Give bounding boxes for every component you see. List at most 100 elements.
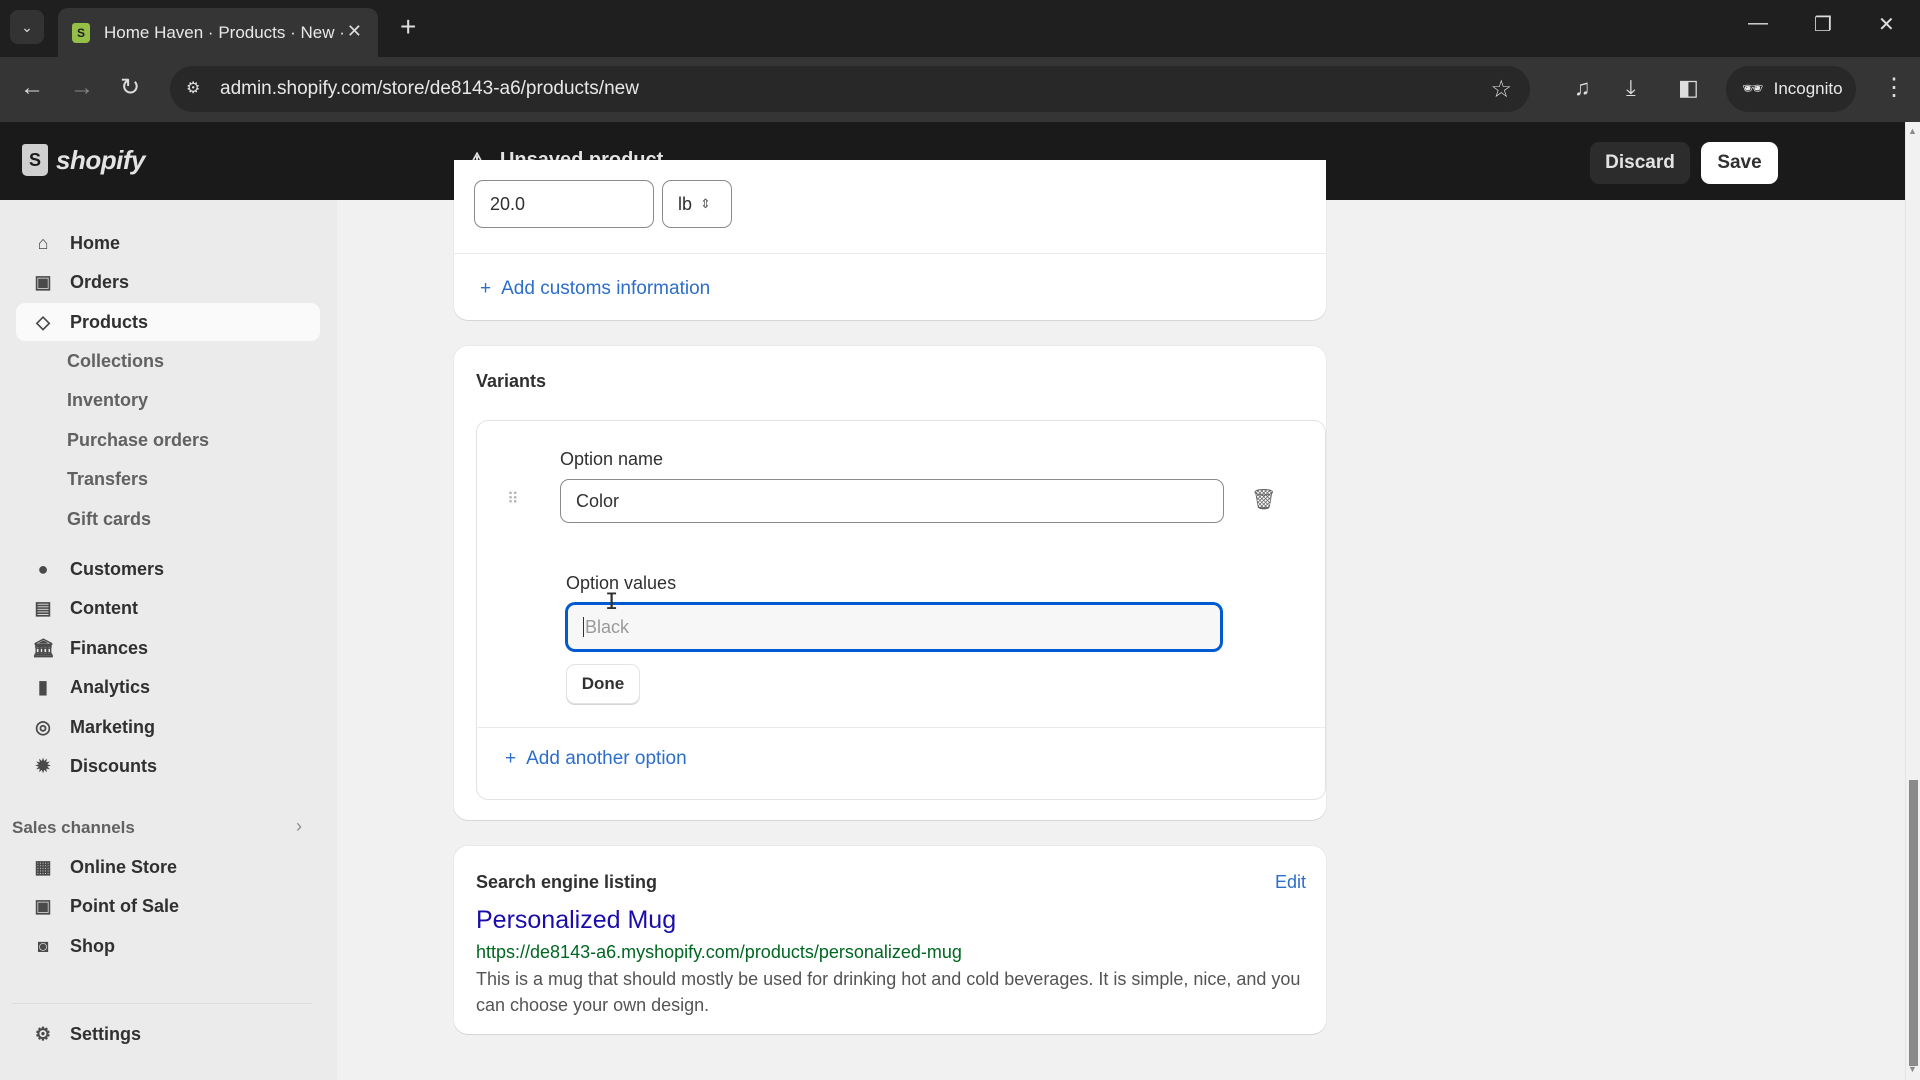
- restore-icon[interactable]: ❐: [1814, 12, 1832, 37]
- gear-icon: ⚙: [34, 1023, 52, 1044]
- sidebar-item-customers[interactable]: ● Customers: [16, 550, 320, 588]
- sidebar-item-content[interactable]: ▤ Content: [16, 589, 320, 627]
- sidebar-item-home[interactable]: ⌂ Home: [16, 224, 320, 262]
- pos-icon: ▣: [34, 895, 52, 916]
- sidebar-subitem-purchase-orders[interactable]: Purchase orders: [67, 430, 209, 451]
- sidebar-nav: ⌂ Home ▣ Orders ◇ Products Collections Inve…: [0, 200, 337, 1080]
- bookmark-star-icon[interactable]: ☆: [1490, 75, 1512, 104]
- chevron-right-icon[interactable]: ›: [296, 816, 302, 837]
- text-cursor-icon: I: [605, 590, 619, 615]
- select-arrows-icon: ⇕: [700, 196, 711, 211]
- sidebar-item-marketing[interactable]: ◎ Marketing: [16, 708, 320, 746]
- seo-url: https://de8143-a6.myshopify.com/products…: [476, 942, 962, 962]
- sidebar-divider: [12, 1003, 312, 1004]
- browser-menu-icon[interactable]: ⋮: [1882, 73, 1906, 102]
- shopify-logo[interactable]: S shopify: [22, 144, 145, 176]
- seo-edit-link[interactable]: Edit: [1275, 872, 1306, 893]
- url-text[interactable]: admin.shopify.com/store/de8143-a6/produc…: [220, 78, 639, 100]
- media-controls-icon[interactable]: ♫: [1574, 75, 1591, 101]
- link-label: Add customs information: [501, 278, 711, 299]
- shipping-card: 20.0 lb ⇕ + Add customs information: [454, 160, 1326, 320]
- sidebar-item-label: Online Store: [70, 856, 178, 877]
- drag-handle-icon[interactable]: ⠿: [507, 489, 519, 509]
- new-tab-button[interactable]: +: [400, 12, 416, 42]
- minimize-icon[interactable]: —: [1748, 12, 1768, 35]
- browser-tab-strip: ⌄ S Home Haven · Products · New · ✕ + — …: [0, 0, 1920, 57]
- sidebar-item-settings[interactable]: ⚙ Settings: [16, 1015, 320, 1053]
- sidebar-item-label: Shop: [70, 935, 115, 956]
- sidebar-item-label: Content: [70, 597, 138, 618]
- sales-channels-heading[interactable]: Sales channels: [12, 818, 135, 838]
- incognito-icon: 🕶: [1742, 79, 1764, 98]
- scroll-up-icon[interactable]: ▲: [1908, 126, 1917, 136]
- tab-search-button[interactable]: ⌄: [10, 10, 44, 44]
- close-tab-icon[interactable]: ✕: [347, 21, 362, 42]
- card-divider: [454, 253, 1326, 254]
- sidebar-item-orders[interactable]: ▣ Orders: [16, 263, 320, 301]
- add-another-option-link[interactable]: + Add another option: [505, 748, 687, 770]
- sidebar-item-label: Point of Sale: [70, 895, 180, 916]
- content-icon: ▤: [34, 597, 52, 618]
- target-icon: ◎: [35, 716, 51, 737]
- sidebar-item-label: Settings: [70, 1023, 142, 1044]
- tag-icon: ◇: [36, 311, 50, 332]
- variants-title: Variants: [476, 371, 547, 391]
- sidebar-item-shop[interactable]: ◙ Shop: [16, 927, 320, 965]
- sidebar-subitem-gift-cards[interactable]: Gift cards: [67, 509, 151, 530]
- sidebar-item-products[interactable]: ◇ Products: [16, 303, 320, 341]
- logo-text: shopify: [56, 144, 145, 175]
- address-bar[interactable]: ⚙ admin.shopify.com/store/de8143-a6/prod…: [170, 66, 1530, 112]
- option-name-input[interactable]: Color: [560, 479, 1224, 523]
- sidebar-subitem-inventory[interactable]: Inventory: [67, 390, 148, 411]
- chevron-down-icon: ⌄: [21, 18, 33, 35]
- save-button[interactable]: Save: [1701, 142, 1778, 184]
- link-label: Add another option: [526, 748, 687, 769]
- weight-unit-select[interactable]: lb ⇕: [662, 180, 732, 228]
- incognito-badge[interactable]: 🕶 Incognito: [1726, 66, 1856, 112]
- site-info-icon[interactable]: ⚙: [186, 78, 200, 98]
- seo-page-title: Personalized Mug: [476, 906, 677, 934]
- person-icon: ●: [37, 558, 49, 579]
- trash-icon[interactable]: 🗑: [1251, 487, 1276, 512]
- sidebar-item-label: Orders: [70, 271, 130, 292]
- weight-input[interactable]: 20.0: [474, 180, 654, 228]
- close-window-icon[interactable]: ✕: [1878, 12, 1895, 37]
- home-icon: ⌂: [37, 232, 49, 253]
- scroll-thumb[interactable]: [1909, 780, 1918, 1066]
- search-engine-listing-card: Search engine listing Edit Personalized …: [454, 846, 1326, 1034]
- back-icon[interactable]: ←: [20, 75, 44, 101]
- reload-icon[interactable]: ↻: [120, 75, 140, 101]
- done-button[interactable]: Done: [566, 664, 640, 704]
- plus-icon: +: [505, 748, 517, 769]
- option-value-input[interactable]: Black: [566, 603, 1222, 651]
- discard-button[interactable]: Discard: [1590, 142, 1690, 184]
- option-editor: ⠿ Option name Color 🗑 Option values Blac…: [476, 420, 1326, 800]
- sidebar-item-label: Finances: [70, 637, 149, 658]
- page-scrollbar[interactable]: ▲ ▼: [1905, 122, 1920, 1080]
- sidebar-item-label: Home: [70, 232, 121, 253]
- shopify-bag-icon: S: [22, 144, 48, 176]
- browser-tab-active[interactable]: S Home Haven · Products · New · ✕: [58, 8, 378, 57]
- sidebar-item-finances[interactable]: 🏛 Finances: [16, 629, 320, 667]
- sidebar-item-label: Products: [70, 311, 149, 332]
- forward-icon[interactable]: →: [70, 75, 94, 101]
- scroll-down-icon[interactable]: ▼: [1908, 1064, 1917, 1074]
- sidebar-item-discounts[interactable]: ✹ Discounts: [16, 747, 320, 785]
- sidebar-subitem-transfers[interactable]: Transfers: [67, 469, 148, 490]
- option-value-placeholder: Black: [585, 616, 630, 637]
- text-caret: [583, 617, 584, 637]
- side-panel-icon[interactable]: ◧: [1678, 75, 1699, 101]
- add-customs-information-link[interactable]: + Add customs information: [480, 278, 710, 300]
- sidebar-item-point-of-sale[interactable]: ▣ Point of Sale: [16, 887, 320, 925]
- option-values-label: Option values: [566, 573, 677, 593]
- download-icon[interactable]: ⤓: [1626, 75, 1636, 101]
- weight-unit-value: lb: [678, 193, 693, 214]
- incognito-label: Incognito: [1773, 79, 1843, 98]
- sidebar-item-online-store[interactable]: ▦ Online Store: [16, 848, 320, 886]
- plus-icon: +: [480, 278, 492, 299]
- shopify-favicon-icon: S: [72, 22, 90, 43]
- bar-chart-icon: ▮: [38, 676, 48, 697]
- sidebar-subitem-collections[interactable]: Collections: [67, 351, 164, 372]
- sidebar-item-analytics[interactable]: ▮ Analytics: [16, 668, 320, 706]
- variants-card: Variants ⠿ Option name Color 🗑 Option va…: [454, 346, 1326, 820]
